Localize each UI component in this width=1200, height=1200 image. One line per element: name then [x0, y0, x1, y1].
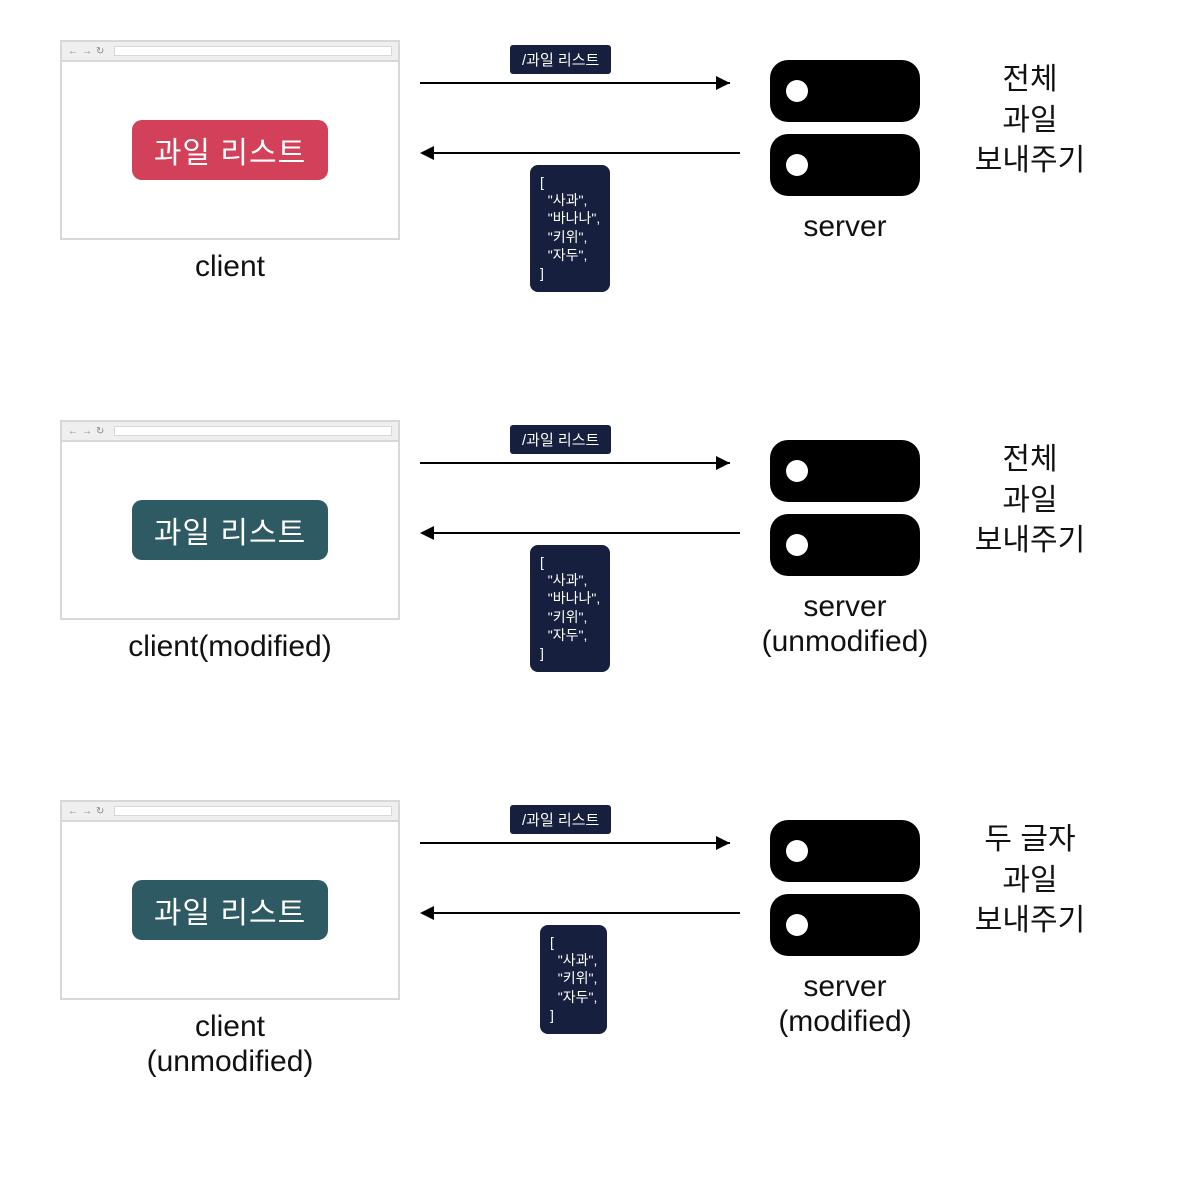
client-browser: ← → ↻ 과일 리스트: [60, 800, 400, 1000]
browser-urlbar: [114, 426, 392, 436]
nav-refresh-icon: ↻: [96, 806, 104, 817]
browser-body: 과일 리스트: [62, 822, 398, 998]
server-disk-icon: [770, 134, 920, 196]
nav-refresh-icon: ↻: [96, 46, 104, 57]
response-payload: [ "사과", "바나나", "키위", "자두", ]: [530, 165, 610, 292]
response-arrow: [420, 523, 740, 543]
server-label: server (unmodified): [740, 590, 950, 659]
response-payload: [ "사과", "키위", "자두", ]: [540, 925, 607, 1034]
fruit-list-button[interactable]: 과일 리스트: [132, 120, 328, 180]
response-payload: [ "사과", "바나나", "키위", "자두", ]: [530, 545, 610, 672]
nav-forward-icon: →: [82, 426, 92, 437]
nav-back-icon: ←: [68, 426, 78, 437]
server-disk-icon: [770, 514, 920, 576]
diagram-row-3: ← → ↻ 과일 리스트 client (unmodified) /과일 리스트…: [0, 780, 1200, 1140]
response-arrow: [420, 143, 740, 163]
nav-forward-icon: →: [82, 806, 92, 817]
client-browser: ← → ↻ 과일 리스트: [60, 40, 400, 240]
client-label: client(modified): [60, 630, 400, 665]
request-path-label: /과일 리스트: [510, 425, 611, 454]
server-icon: [770, 440, 920, 588]
nav-forward-icon: →: [82, 46, 92, 57]
server-disk-icon: [770, 440, 920, 502]
fruit-list-button[interactable]: 과일 리스트: [132, 500, 328, 560]
server-action-text: 전체 과일 보내주기: [940, 440, 1120, 562]
request-arrow: [420, 833, 740, 853]
nav-back-icon: ←: [68, 806, 78, 817]
request-arrow: [420, 453, 740, 473]
server-disk-icon: [770, 894, 920, 956]
browser-urlbar: [114, 46, 392, 56]
server-action-text: 두 글자 과일 보내주기: [940, 820, 1120, 942]
client-label: client: [60, 250, 400, 285]
diagram-row-1: ← → ↻ 과일 리스트 client /과일 리스트 [ "사과", "바나나…: [0, 20, 1200, 380]
browser-chrome: ← → ↻: [62, 42, 398, 62]
server-disk-icon: [770, 820, 920, 882]
server-icon: [770, 60, 920, 208]
server-icon: [770, 820, 920, 968]
browser-body: 과일 리스트: [62, 442, 398, 618]
server-action-text: 전체 과일 보내주기: [940, 60, 1120, 182]
client-label: client (unmodified): [60, 1010, 400, 1079]
request-arrow: [420, 73, 740, 93]
fruit-list-button[interactable]: 과일 리스트: [132, 880, 328, 940]
server-label: server (modified): [740, 970, 950, 1039]
server-disk-icon: [770, 60, 920, 122]
request-path-label: /과일 리스트: [510, 805, 611, 834]
browser-urlbar: [114, 806, 392, 816]
request-path-label: /과일 리스트: [510, 45, 611, 74]
client-browser: ← → ↻ 과일 리스트: [60, 420, 400, 620]
nav-back-icon: ←: [68, 46, 78, 57]
response-arrow: [420, 903, 740, 923]
browser-chrome: ← → ↻: [62, 422, 398, 442]
browser-chrome: ← → ↻: [62, 802, 398, 822]
diagram-row-2: ← → ↻ 과일 리스트 client(modified) /과일 리스트 [ …: [0, 400, 1200, 760]
nav-refresh-icon: ↻: [96, 426, 104, 437]
browser-body: 과일 리스트: [62, 62, 398, 238]
server-label: server: [740, 210, 950, 245]
